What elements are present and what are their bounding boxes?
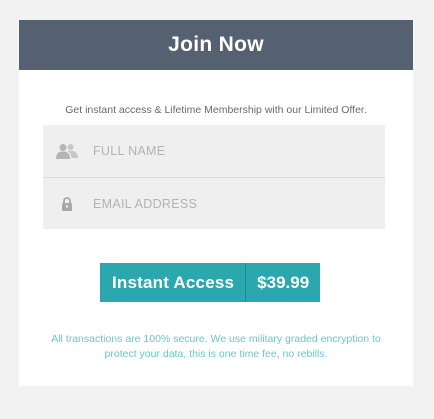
user-icon [43, 143, 91, 159]
instant-access-button[interactable]: Instant Access $39.99 [100, 263, 321, 302]
intro-text: Get instant access & Lifetime Membership… [65, 104, 367, 116]
full-name-field [43, 125, 385, 177]
lock-icon [43, 196, 91, 211]
full-name-input[interactable] [91, 143, 355, 159]
price-label: $39.99 [257, 272, 310, 292]
security-note: All transactions are 100% secure. We use… [51, 333, 381, 360]
card-header: Join Now [19, 20, 413, 70]
card-title: Join Now [168, 33, 264, 56]
instant-access-label: Instant Access [112, 272, 235, 292]
signup-card: Join Now Get instant access & Lifetime M… [19, 20, 413, 386]
email-field [43, 177, 385, 229]
email-input[interactable] [91, 195, 355, 212]
signup-form [43, 125, 385, 229]
